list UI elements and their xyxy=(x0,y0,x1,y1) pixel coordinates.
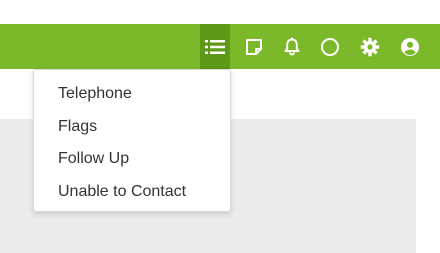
list-dropdown-menu: Telephone Flags Follow Up Unable to Cont… xyxy=(33,69,231,212)
notes-button[interactable] xyxy=(239,24,269,69)
menu-item-follow-up[interactable]: Follow Up xyxy=(34,147,230,180)
menu-item-flags[interactable]: Flags xyxy=(34,115,230,148)
menu-item-unable-to-contact[interactable]: Unable to Contact xyxy=(34,180,230,213)
settings-button[interactable] xyxy=(355,24,385,69)
top-navigation-bar xyxy=(0,24,440,69)
note-icon xyxy=(246,38,262,55)
bell-icon xyxy=(284,37,300,56)
list-menu-button[interactable] xyxy=(200,24,230,69)
user-profile-button[interactable] xyxy=(395,24,425,69)
status-button[interactable] xyxy=(315,24,345,69)
notifications-button[interactable] xyxy=(277,24,307,69)
user-avatar-icon xyxy=(401,37,419,56)
gear-icon xyxy=(360,37,380,56)
menu-item-telephone[interactable]: Telephone xyxy=(34,82,230,115)
list-icon xyxy=(205,39,225,54)
circle-icon xyxy=(321,37,339,56)
